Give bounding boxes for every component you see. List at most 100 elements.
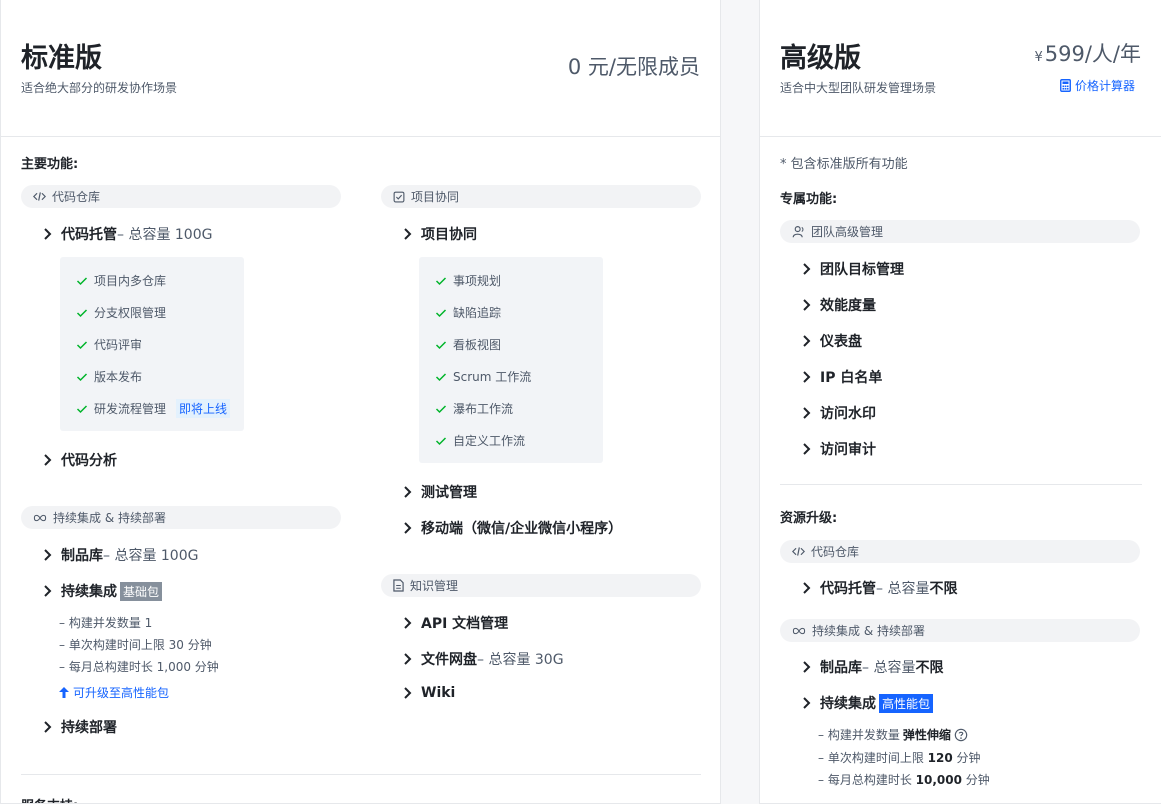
chevron-right-icon [44,721,52,733]
exclusive-features-label: 专属功能: [780,192,838,207]
chevron-right-icon [404,617,412,629]
feature-note: – 总容量 100G [117,227,213,243]
standard-plan-card: 标准版 适合绝大部分的研发协作场景 0 元/无限成员 主要功能: 代码仓库 代码… [0,0,721,804]
feature-ip-whitelist[interactable]: IP 白名单 [798,367,882,387]
currency-symbol: ¥ [1034,50,1043,65]
feature-code-hosting[interactable]: 代码托管 – 总容量 不限 [798,578,957,598]
advanced-plan-card: 高级版 适合中大型团队研发管理场景 ¥599/人/年 价格计算器 * 包含标准版… [759,0,1161,804]
chevron-right-icon [803,263,811,275]
feature-ci[interactable]: 持续集成 基础包 [39,581,163,601]
feature-file-disk[interactable]: 文件网盘 – 总容量 30G [399,649,564,669]
category-code-repo: 代码仓库 [21,185,341,208]
feature-ci[interactable]: 持续集成 高性能包 [798,693,934,713]
chevron-right-icon [803,443,811,455]
category-code-repo: 代码仓库 [780,540,1140,563]
list-item: 研发流程管理 即将上线 [76,399,231,418]
list-item: 代码评审 [76,336,142,353]
chevron-right-icon [803,335,811,347]
code-hosting-details: 项目内多仓库 分支权限管理 代码评审 版本发布 研发流程管理 即将上线 [60,257,244,431]
feature-label: 测试管理 [421,485,477,501]
category-label: 持续集成 & 持续部署 [812,624,925,638]
chevron-right-icon [803,697,811,709]
feature-code-hosting[interactable]: 代码托管 – 总容量 100G [39,224,212,244]
feature-team-goals[interactable]: 团队目标管理 [798,259,904,279]
feature-api-docs[interactable]: API 文档管理 [399,613,508,633]
feature-note: – 总容量 [876,581,930,597]
chevron-right-icon [803,661,811,673]
price-calculator-link[interactable]: 价格计算器 [1060,77,1135,94]
divider [780,484,1142,485]
list-item: 看板视图 [435,336,501,353]
feature-efficiency[interactable]: 效能度量 [798,295,876,315]
feature-watermark[interactable]: 访问水印 [798,403,876,423]
advanced-plan-header: 高级版 适合中大型团队研发管理场景 ¥599/人/年 价格计算器 [760,0,1161,137]
feature-label: 持续集成 [820,696,876,712]
feature-note-value: 不限 [915,660,944,676]
check-icon [76,404,88,413]
list-item: 项目内多仓库 [76,272,166,289]
service-support-label: 服务支持: [21,795,78,803]
chevron-right-icon [404,522,412,534]
price-value: 599/人/年 [1044,42,1141,66]
plan-title: 高级版 [780,43,861,74]
feature-label: API 文档管理 [421,616,509,632]
project-collab-details: 事项规划 缺陷追踪 看板视图 Scrum 工作流 瀑布工作流 自定义工作流 [419,257,603,463]
feature-wiki[interactable]: Wiki [399,685,455,701]
plan-subtitle: 适合中大型团队研发管理场景 [780,81,937,95]
check-icon [435,276,447,285]
checkbox-icon [393,191,405,202]
list-item: 缺陷追踪 [435,304,501,321]
chevron-right-icon [404,228,412,240]
check-icon [76,340,88,349]
plan-subtitle: 适合绝大部分的研发协作场景 [21,81,178,95]
code-icon [33,192,46,201]
list-item: 版本发布 [76,368,142,385]
chevron-right-icon [803,407,811,419]
chevron-right-icon [44,228,52,240]
list-item: 分支权限管理 [76,304,166,321]
feature-project-collab[interactable]: 项目协同 [399,224,477,244]
category-label: 团队高级管理 [811,225,884,239]
chevron-right-icon [803,371,811,383]
feature-dashboard[interactable]: 仪表盘 [798,331,862,351]
ci-limit-line: – 构建并发数量 弹性伸缩 [818,726,968,743]
feature-label: 持续部署 [61,720,117,736]
check-icon [435,340,447,349]
feature-mobile[interactable]: 移动端（微信/企业微信小程序） [399,518,622,538]
chevron-right-icon [803,299,811,311]
ci-limit-line: – 单次构建时间上限 30 分钟 [59,638,212,652]
feature-label: 持续集成 [61,584,117,600]
category-ci-cd: 持续集成 & 持续部署 [21,506,341,529]
calculator-icon [1060,79,1071,92]
feature-testing[interactable]: 测试管理 [399,482,477,502]
check-icon [76,372,88,381]
feature-artifacts[interactable]: 制品库 – 总容量 不限 [798,657,943,677]
feature-note-value: 不限 [929,581,958,597]
feature-label: 项目协同 [421,227,477,243]
user-icon [792,226,804,238]
check-icon [76,308,88,317]
feature-note: – 总容量 [862,660,916,676]
arrow-up-icon [59,687,69,698]
upgrade-link[interactable]: 可升级至高性能包 [59,684,169,701]
category-label: 代码仓库 [52,190,101,204]
chevron-right-icon [44,585,52,597]
coming-soon-badge: 即将上线 [176,399,231,418]
list-item: 自定义工作流 [435,432,525,449]
category-project: 项目协同 [381,185,701,208]
chevron-right-icon [44,454,52,466]
resource-upgrade-label: 资源升级: [780,511,838,526]
feature-cd[interactable]: 持续部署 [39,717,117,737]
feature-artifacts[interactable]: 制品库 – 总容量 100G [39,545,198,565]
feature-label: 移动端（微信/企业微信小程序） [421,521,623,537]
feature-label: 代码分析 [61,453,117,469]
infinity-icon [33,514,47,521]
check-icon [435,404,447,413]
chevron-right-icon [803,582,811,594]
list-item: Scrum 工作流 [435,368,531,385]
feature-code-analysis[interactable]: 代码分析 [39,450,117,470]
feature-audit[interactable]: 访问审计 [798,439,876,459]
help-icon[interactable] [954,728,968,742]
chevron-right-icon [404,687,412,699]
divider [21,774,701,775]
